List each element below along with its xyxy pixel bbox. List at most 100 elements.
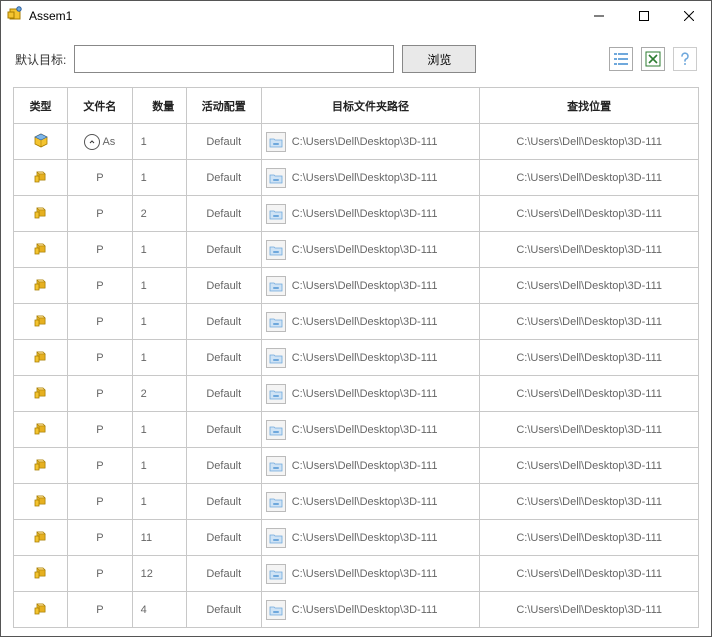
part-icon [14, 412, 67, 447]
table-row[interactable]: As1DefaultC:\Users\Dell\Desktop\3D-111C:… [14, 124, 699, 160]
folder-icon[interactable] [266, 384, 286, 404]
table-row[interactable]: P1DefaultC:\Users\Dell\Desktop\3D-111C:\… [14, 484, 699, 520]
config: Default [206, 388, 241, 400]
minimize-button[interactable] [576, 1, 621, 31]
help-icon[interactable] [673, 47, 697, 71]
lookup-location: C:\Users\Dell\Desktop\3D-111 [516, 424, 662, 436]
table-row[interactable]: P11DefaultC:\Users\Dell\Desktop\3D-111C:… [14, 520, 699, 556]
target-path: C:\Users\Dell\Desktop\3D-111 [292, 172, 438, 184]
file-name: P [96, 388, 103, 400]
folder-icon[interactable] [266, 168, 286, 188]
quantity: 2 [141, 388, 147, 400]
list-tool-icon[interactable] [609, 47, 633, 71]
folder-icon[interactable] [266, 312, 286, 332]
lookup-location: C:\Users\Dell\Desktop\3D-111 [516, 532, 662, 544]
config: Default [206, 352, 241, 364]
table-row[interactable]: P4DefaultC:\Users\Dell\Desktop\3D-111C:\… [14, 592, 699, 628]
file-name: P [96, 208, 103, 220]
table-row[interactable]: P1DefaultC:\Users\Dell\Desktop\3D-111C:\… [14, 232, 699, 268]
assembly-icon [14, 124, 67, 159]
folder-icon[interactable] [266, 276, 286, 296]
lookup-location: C:\Users\Dell\Desktop\3D-111 [516, 352, 662, 364]
folder-icon[interactable] [266, 348, 286, 368]
part-icon [14, 376, 67, 411]
folder-icon[interactable] [266, 564, 286, 584]
target-path: C:\Users\Dell\Desktop\3D-111 [292, 568, 438, 580]
folder-icon[interactable] [266, 528, 286, 548]
file-name: P [96, 460, 103, 472]
table-row[interactable]: P12DefaultC:\Users\Dell\Desktop\3D-111C:… [14, 556, 699, 592]
table-row[interactable]: P 2 Default C:\Users\Dell\Desktop\3D-111 C:\… [14, 376, 699, 412]
part-icon [14, 520, 67, 555]
quantity: 1 [141, 172, 147, 184]
default-target-label: 默认目标: [15, 51, 66, 68]
browse-button[interactable]: 浏览 [402, 45, 476, 73]
quantity: 1 [141, 244, 147, 256]
quantity: 2 [141, 208, 147, 220]
excel-export-icon[interactable] [641, 47, 665, 71]
quantity: 1 [141, 136, 147, 148]
part-icon [14, 484, 67, 519]
quantity: 1 [141, 352, 147, 364]
table-row[interactable]: P2DefaultC:\Users\Dell\Desktop\3D-111C:\… [14, 196, 699, 232]
part-icon [14, 232, 67, 267]
quantity: 1 [141, 280, 147, 292]
target-path: C:\Users\Dell\Desktop\3D-111 [292, 604, 438, 616]
table-row[interactable]: P1DefaultC:\Users\Dell\Desktop\3D-111C:\… [14, 448, 699, 484]
toolbar: 默认目标: 浏览 [1, 31, 711, 87]
target-path: C:\Users\Dell\Desktop\3D-111 [292, 316, 438, 328]
quantity: 1 [141, 496, 147, 508]
lookup-location: C:\Users\Dell\Desktop\3D-111 [516, 568, 662, 580]
default-target-input[interactable] [74, 45, 394, 73]
folder-icon[interactable] [266, 204, 286, 224]
quantity: 11 [141, 532, 152, 544]
maximize-button[interactable] [621, 1, 666, 31]
lookup-location: C:\Users\Dell\Desktop\3D-111 [516, 244, 662, 256]
config: Default [206, 460, 241, 472]
quantity: 1 [141, 460, 147, 472]
close-button[interactable] [666, 1, 711, 31]
config: Default [206, 172, 241, 184]
part-icon [14, 268, 67, 303]
target-path: C:\Users\Dell\Desktop\3D-111 [292, 244, 438, 256]
table-row[interactable]: P1DefaultC:\Users\Dell\Desktop\3D-111C:\… [14, 412, 699, 448]
quantity: 1 [141, 424, 147, 436]
table-row[interactable]: P1DefaultC:\Users\Dell\Desktop\3D-111C:\… [14, 340, 699, 376]
part-icon [14, 304, 67, 339]
file-name: P [96, 532, 103, 544]
config: Default [206, 244, 241, 256]
config: Default [206, 424, 241, 436]
th-path: 目标文件夹路径 [262, 98, 480, 114]
part-icon [14, 448, 67, 483]
config: Default [206, 604, 241, 616]
th-loc: 查找位置 [480, 98, 698, 114]
expand-icon[interactable] [84, 134, 100, 150]
file-name: As [102, 136, 115, 148]
target-path: C:\Users\Dell\Desktop\3D-111 [292, 208, 438, 220]
table-row[interactable]: P1DefaultC:\Users\Dell\Desktop\3D-111C:\… [14, 160, 699, 196]
folder-icon[interactable] [266, 132, 286, 152]
quantity: 12 [141, 568, 153, 580]
lookup-location: C:\Users\Dell\Desktop\3D-111 [516, 388, 662, 400]
app-icon [7, 6, 23, 27]
config: Default [206, 532, 241, 544]
folder-icon[interactable] [266, 492, 286, 512]
folder-icon[interactable] [266, 420, 286, 440]
folder-icon[interactable] [266, 240, 286, 260]
th-file: 文件名 [68, 98, 132, 114]
table-row[interactable]: P1DefaultC:\Users\Dell\Desktop\3D-111C:\… [14, 268, 699, 304]
config: Default [206, 316, 241, 328]
file-name: P [96, 280, 103, 292]
part-icon [14, 556, 67, 591]
folder-icon[interactable] [266, 600, 286, 620]
target-path: C:\Users\Dell\Desktop\3D-111 [292, 460, 438, 472]
th-cfg: 活动配置 [187, 98, 261, 114]
lookup-location: C:\Users\Dell\Desktop\3D-111 [516, 136, 662, 148]
quantity: 4 [141, 604, 147, 616]
config: Default [206, 136, 241, 148]
lookup-location: C:\Users\Dell\Desktop\3D-111 [516, 208, 662, 220]
folder-icon[interactable] [266, 456, 286, 476]
target-path: C:\Users\Dell\Desktop\3D-111 [292, 388, 438, 400]
table-row[interactable]: P1DefaultC:\Users\Dell\Desktop\3D-111C:\… [14, 304, 699, 340]
file-table-container: 类型 文件名 数量 活动配置 目标文件夹路径 查找位置 As1DefaultC:… [1, 87, 711, 638]
